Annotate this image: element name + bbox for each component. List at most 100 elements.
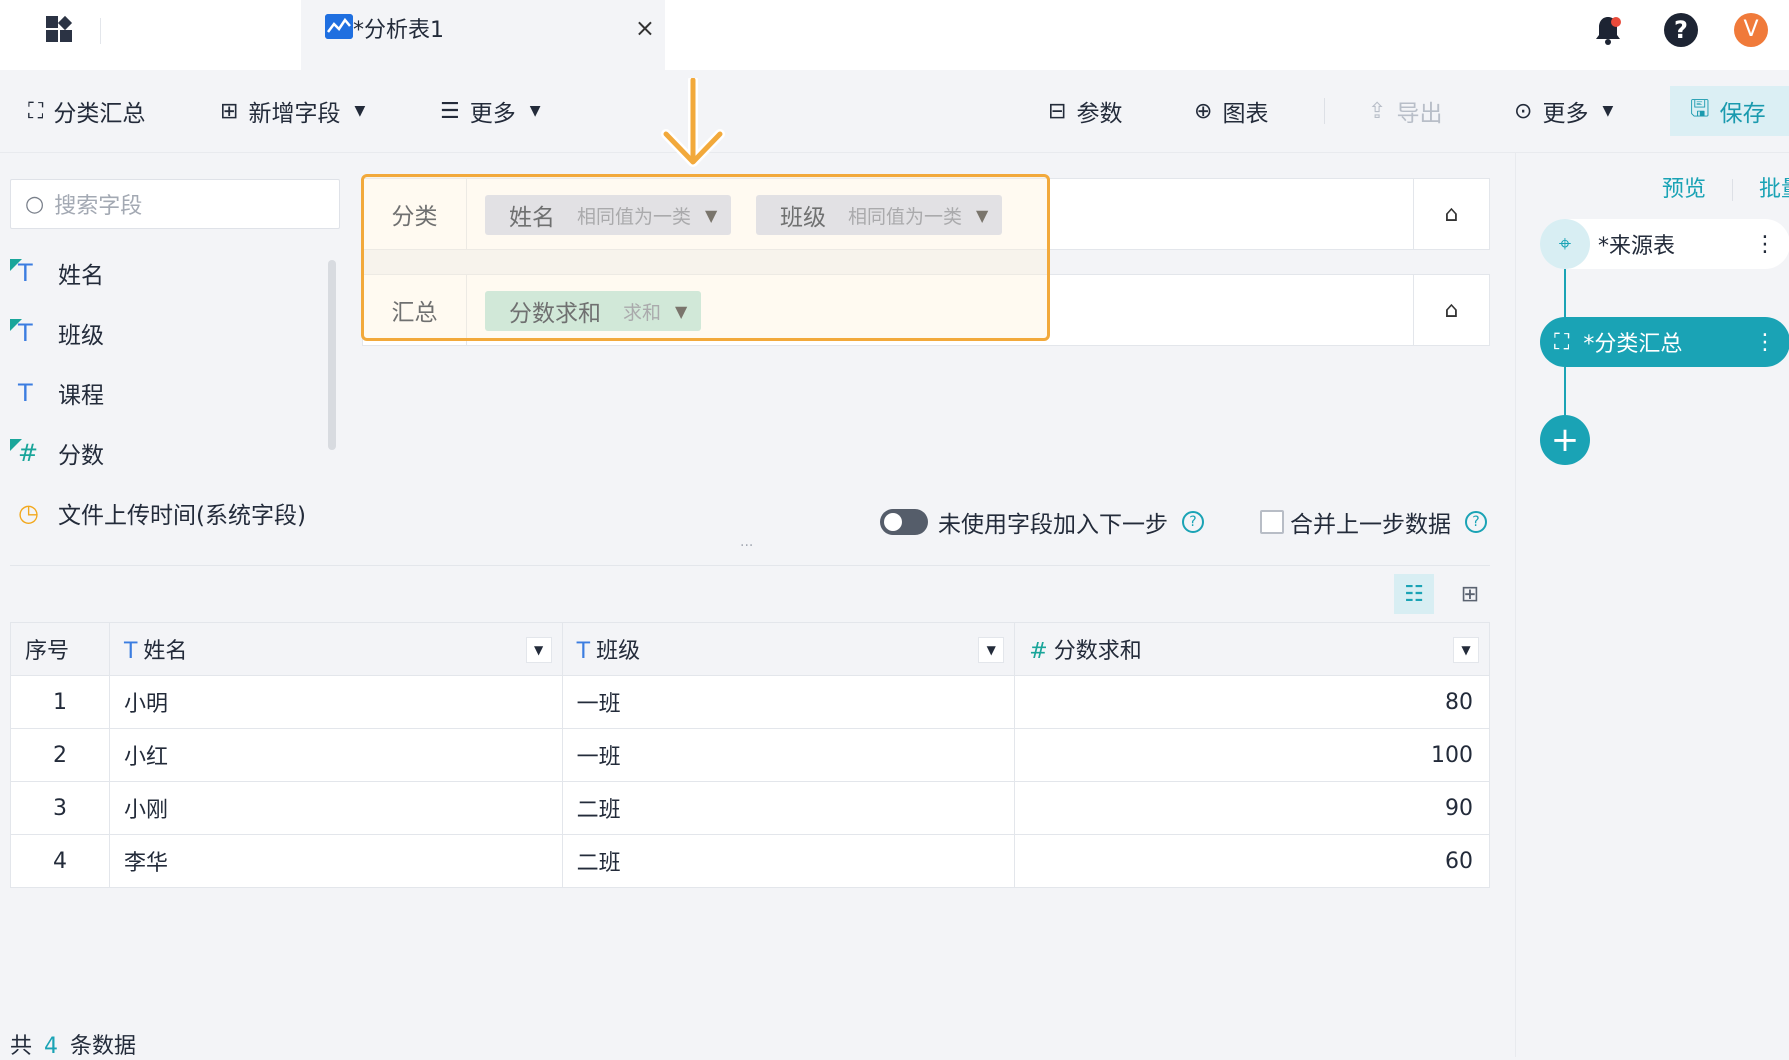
save-button[interactable]: 🖫 保存 bbox=[1670, 86, 1789, 136]
batch-link[interactable]: 批量 bbox=[1759, 177, 1789, 202]
cell-name[interactable]: 小明 bbox=[108, 675, 563, 729]
header-label: 姓名 bbox=[143, 639, 188, 664]
field-item-upload-time[interactable]: ◷ 文件上传时间(系统字段) bbox=[10, 493, 306, 533]
notification-bell-icon[interactable] bbox=[1591, 13, 1625, 47]
table-row[interactable]: 3 小刚 二班 90 bbox=[10, 781, 1490, 835]
cell-name[interactable]: 小刚 bbox=[108, 781, 563, 835]
summary-clear-icon[interactable]: ⌂ bbox=[1413, 275, 1489, 345]
user-avatar[interactable]: V bbox=[1734, 13, 1768, 47]
clock-icon: ◷ bbox=[18, 499, 39, 527]
field-search-input[interactable]: ○ 搜索字段 bbox=[10, 179, 340, 229]
preview-link[interactable]: 预览 bbox=[1662, 177, 1706, 202]
column-menu-icon[interactable]: ▼ bbox=[525, 637, 552, 663]
text-field-icon: T bbox=[10, 319, 58, 347]
help-circle-icon[interactable]: ? bbox=[1465, 511, 1487, 533]
row-count-footer: 共 4 条数据 bbox=[10, 1028, 136, 1060]
more-circle-icon: ⊙ bbox=[1514, 98, 1533, 124]
analysis-sheet-icon bbox=[325, 14, 353, 39]
cell-class[interactable]: 一班 bbox=[561, 728, 1016, 782]
add-field-label: 新增字段 bbox=[248, 101, 341, 127]
group-summary-label: 分类汇总 bbox=[53, 101, 146, 127]
cell-name[interactable]: 小红 bbox=[108, 728, 563, 782]
chart-button[interactable]: ⊕ 图表 bbox=[1194, 94, 1268, 128]
column-header-score-sum[interactable]: # 分数求和 ▼ bbox=[1014, 622, 1490, 676]
resize-handle[interactable]: ··· bbox=[740, 538, 753, 554]
node-more-icon[interactable]: ⋮ bbox=[1754, 232, 1776, 257]
merge-prev-checkbox[interactable] bbox=[1260, 510, 1284, 534]
field-item-class[interactable]: T 班级 bbox=[10, 313, 104, 353]
list-view-button[interactable]: ☷ bbox=[1394, 574, 1434, 614]
classify-chip-class[interactable]: 班级 相同值为一类 ▼ bbox=[756, 195, 1003, 235]
cell-class[interactable]: 一班 bbox=[561, 675, 1016, 729]
column-header-name[interactable]: T 姓名 ▼ bbox=[108, 622, 563, 676]
node-more-icon[interactable]: ⋮ bbox=[1754, 330, 1776, 355]
flow-node-group-summary[interactable]: ⛶ *分类汇总 ⋮ bbox=[1540, 317, 1789, 367]
row-count: 4 bbox=[44, 1034, 59, 1059]
column-menu-icon[interactable]: ▼ bbox=[1453, 637, 1479, 663]
classify-chip-name[interactable]: 姓名 相同值为一类 ▼ bbox=[485, 195, 732, 235]
params-button[interactable]: ⊟ 参数 bbox=[1048, 94, 1122, 128]
table-row[interactable]: 2 小红 一班 100 bbox=[10, 728, 1490, 782]
add-step-button[interactable]: + bbox=[1540, 415, 1590, 465]
field-label: 分数 bbox=[58, 443, 104, 469]
field-item-name[interactable]: T 姓名 bbox=[10, 253, 104, 293]
cell-class[interactable]: 二班 bbox=[561, 781, 1016, 835]
classify-row: 分类 姓名 相同值为一类 ▼ 班级 相同值为一类 ▼ ⌂ bbox=[362, 178, 1490, 250]
apps-grid-icon[interactable] bbox=[44, 14, 76, 46]
add-column-icon: ⊞ bbox=[220, 98, 239, 124]
source-target-icon: ⌖ bbox=[1540, 219, 1590, 269]
node-label: *分类汇总 bbox=[1583, 332, 1683, 357]
field-item-course[interactable]: T 课程 bbox=[10, 373, 104, 413]
list-icon: ☰ bbox=[440, 98, 460, 124]
down-arrow-icon bbox=[661, 78, 725, 167]
grid-view-button[interactable]: ⊞ bbox=[1450, 574, 1490, 614]
tab-analysis-sheet[interactable]: *分析表1 × bbox=[301, 0, 665, 70]
field-list-panel: ○ 搜索字段 T 姓名 T 班级 T 课程 # 分数 ◷ 文件上传时间(系统字段… bbox=[0, 153, 345, 557]
group-summary-tool[interactable]: ⛶ 分类汇总 bbox=[28, 94, 145, 128]
chip-field: 班级 bbox=[780, 205, 826, 231]
cell-score-sum[interactable]: 80 bbox=[1014, 675, 1490, 729]
flow-node-source[interactable]: ⌖ *来源表 ⋮ bbox=[1540, 219, 1789, 269]
help-icon[interactable]: ? bbox=[1664, 13, 1698, 47]
table-row[interactable]: 1 小明 一班 80 bbox=[10, 675, 1490, 729]
chart-label: 图表 bbox=[1222, 101, 1269, 127]
search-icon: ○ bbox=[25, 191, 45, 217]
merge-prev-label: 合并上一步数据 bbox=[1290, 512, 1451, 538]
tab-title: *分析表1 bbox=[353, 18, 444, 43]
chip-mode: 求和 bbox=[623, 301, 662, 324]
table-row[interactable]: 4 李华 二班 60 bbox=[10, 834, 1490, 888]
field-list-scrollbar[interactable] bbox=[328, 260, 336, 450]
field-label: 文件上传时间(系统字段) bbox=[58, 503, 306, 529]
summary-chip-score-sum[interactable]: 分数求和 求和 ▼ bbox=[485, 291, 702, 331]
field-item-score[interactable]: # 分数 bbox=[10, 433, 104, 473]
caret-down-icon[interactable]: ▼ bbox=[675, 302, 687, 321]
column-header-class[interactable]: T 班级 ▼ bbox=[561, 622, 1016, 676]
cell-class[interactable]: 二班 bbox=[561, 834, 1016, 888]
export-button[interactable]: ⇪ 导出 bbox=[1368, 94, 1442, 128]
more-right-button[interactable]: ⊙ 更多 ▼ bbox=[1514, 94, 1613, 128]
summary-row: 汇总 分数求和 求和 ▼ ⌂ bbox=[362, 274, 1490, 346]
more-left-label: 更多 bbox=[469, 101, 516, 127]
column-menu-icon[interactable]: ▼ bbox=[978, 637, 1005, 663]
caret-down-icon[interactable]: ▼ bbox=[976, 206, 988, 225]
cell-score-sum[interactable]: 90 bbox=[1014, 781, 1490, 835]
add-field-button[interactable]: ⊞ 新增字段 ▼ bbox=[220, 94, 365, 128]
more-left-button[interactable]: ☰ 更多 ▼ bbox=[440, 94, 541, 128]
options-row: 未使用字段加入下一步 ? 合并上一步数据 ? bbox=[880, 504, 1487, 540]
flow-panel: 预览 批量 ⌖ *来源表 ⋮ ⛶ *分类汇总 ⋮ + bbox=[1515, 153, 1789, 1057]
classify-clear-icon[interactable]: ⌂ bbox=[1413, 179, 1489, 249]
field-label: 课程 bbox=[58, 383, 104, 409]
cell-score-sum[interactable]: 60 bbox=[1014, 834, 1490, 888]
caret-down-icon[interactable]: ▼ bbox=[705, 206, 717, 225]
flow-connector bbox=[1564, 269, 1566, 317]
footer-prefix: 共 bbox=[10, 1034, 33, 1059]
chip-field: 姓名 bbox=[509, 205, 555, 231]
help-circle-icon[interactable]: ? bbox=[1182, 511, 1204, 533]
more-right-label: 更多 bbox=[1542, 101, 1589, 127]
cell-score-sum[interactable]: 100 bbox=[1014, 728, 1490, 782]
plus-circle-icon: ⊕ bbox=[1194, 98, 1213, 124]
number-field-icon: # bbox=[10, 439, 58, 467]
unused-fields-toggle[interactable] bbox=[880, 509, 928, 535]
tab-close-icon[interactable]: × bbox=[635, 14, 655, 42]
cell-name[interactable]: 李华 bbox=[108, 834, 563, 888]
